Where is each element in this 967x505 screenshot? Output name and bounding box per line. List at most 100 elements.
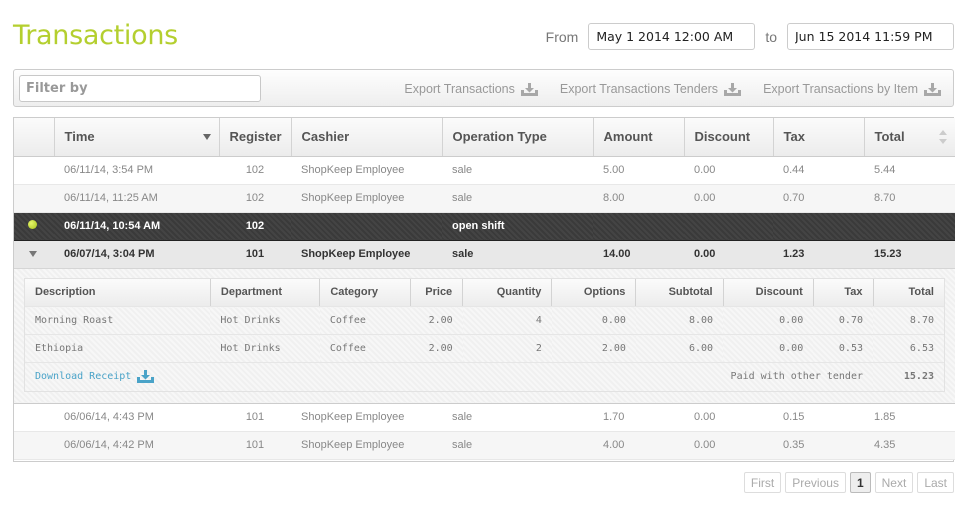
previous-page-button[interactable]: Previous xyxy=(785,472,846,493)
export-transactions-button[interactable]: Export Transactions xyxy=(404,82,538,96)
download-receipt-label: Download Receipt xyxy=(35,371,132,383)
table-row-open-shift[interactable]: 06/11/14, 10:54 AM 102 open shift xyxy=(14,212,955,241)
col-header-total[interactable]: Total xyxy=(864,118,955,157)
next-page-button[interactable]: Next xyxy=(874,472,914,493)
cell-register: 102 xyxy=(219,212,291,241)
last-page-button[interactable]: Last xyxy=(917,472,954,493)
detail-col-department: Department xyxy=(210,278,321,307)
cell-cashier: ShopKeep Employee xyxy=(291,156,442,185)
item-quantity: 2 xyxy=(462,334,552,363)
transaction-detail-cell: Description Department Category Price Qu… xyxy=(14,268,955,404)
item-discount: 0.00 xyxy=(723,306,814,335)
table-row[interactable]: 06/06/14, 4:43 PM 101 ShopKeep Employee … xyxy=(14,403,955,432)
col-header-tax[interactable]: Tax xyxy=(773,118,865,157)
cell-amount xyxy=(593,212,684,241)
detail-col-description: Description xyxy=(25,278,211,307)
item-quantity: 4 xyxy=(462,306,552,335)
sort-descending-icon xyxy=(202,134,211,140)
detail-footer-row: Download Receipt Paid with other tender … xyxy=(25,362,944,391)
item-price: 2.00 xyxy=(410,306,463,335)
cell-time: 06/11/14, 3:54 PM xyxy=(54,156,219,185)
col-header-time[interactable]: Time xyxy=(54,118,220,157)
cell-amount: 8.00 xyxy=(593,184,684,213)
detail-col-category: Category xyxy=(319,278,411,307)
table-row[interactable]: 06/11/14, 11:25 AM 102 ShopKeep Employee… xyxy=(14,184,955,213)
table-row-expanded[interactable]: 06/07/14, 3:04 PM 101 ShopKeep Employee … xyxy=(14,240,955,269)
cell-cashier: ShopKeep Employee xyxy=(291,240,442,269)
cell-cashier: ShopKeep Employee xyxy=(291,403,442,432)
item-description: Morning Roast xyxy=(25,306,211,335)
cell-cashier: ShopKeep Employee xyxy=(291,184,442,213)
col-header-time-label: Time xyxy=(64,129,95,145)
cell-tax xyxy=(773,212,864,241)
sort-both-icon xyxy=(939,130,947,144)
line-items-table: Description Department Category Price Qu… xyxy=(25,278,944,391)
row-status xyxy=(14,431,54,460)
export-by-item-button[interactable]: Export Transactions by Item xyxy=(763,82,941,96)
cell-tax: 1.23 xyxy=(773,240,864,269)
cell-discount: 0.00 xyxy=(684,156,773,185)
table-row[interactable]: 06/11/14, 3:54 PM 102 ShopKeep Employee … xyxy=(14,156,955,185)
item-total: 8.70 xyxy=(873,306,944,335)
detail-col-options: Options xyxy=(551,278,637,307)
cell-discount: 0.00 xyxy=(684,403,773,432)
col-header-operation-type[interactable]: Operation Type xyxy=(442,118,594,157)
detail-col-quantity: Quantity xyxy=(462,278,553,307)
download-tray-icon xyxy=(924,82,941,96)
detail-col-discount: Discount xyxy=(723,278,814,307)
col-header-amount[interactable]: Amount xyxy=(593,118,685,157)
export-tenders-button[interactable]: Export Transactions Tenders xyxy=(560,82,742,96)
item-total: 6.53 xyxy=(873,334,944,363)
from-date-input[interactable] xyxy=(588,23,756,50)
filter-input[interactable] xyxy=(19,75,261,102)
item-options: 2.00 xyxy=(551,334,636,363)
table-row[interactable]: 06/06/14, 4:42 PM 101 ShopKeep Employee … xyxy=(14,431,955,460)
col-header-total-label: Total xyxy=(874,129,905,145)
cell-amount: 4.00 xyxy=(593,431,684,460)
row-status[interactable] xyxy=(14,240,54,269)
cell-time: 06/11/14, 10:54 AM xyxy=(54,212,219,241)
cell-amount: 1.70 xyxy=(593,403,684,432)
active-shift-dot-icon xyxy=(28,220,37,229)
col-header-discount[interactable]: Discount xyxy=(684,118,774,157)
col-header-status xyxy=(14,118,55,157)
item-category: Coffee xyxy=(319,334,410,363)
row-status xyxy=(14,184,54,213)
page-title: Transactions xyxy=(13,20,178,51)
transactions-table: Time Register Cashier Operation Type Amo… xyxy=(13,117,955,462)
item-subtotal: 8.00 xyxy=(635,306,724,335)
col-header-cashier[interactable]: Cashier xyxy=(291,118,443,157)
cell-type: sale xyxy=(442,184,593,213)
cell-register: 102 xyxy=(219,184,291,213)
cell-tax: 0.35 xyxy=(773,431,864,460)
cell-discount: 0.00 xyxy=(684,240,773,269)
item-department: Hot Drinks xyxy=(210,334,320,363)
line-item-row: Morning Roast Hot Drinks Coffee 2.00 4 0… xyxy=(25,306,944,335)
row-status xyxy=(14,403,54,432)
cell-time: 06/06/14, 4:42 PM xyxy=(54,431,219,460)
first-page-button[interactable]: First xyxy=(743,472,782,493)
item-category: Coffee xyxy=(319,306,410,335)
transaction-detail-row: Description Department Category Price Qu… xyxy=(14,268,955,404)
current-page-button[interactable]: 1 xyxy=(849,472,871,493)
to-label: to xyxy=(765,28,777,45)
item-description: Ethiopia xyxy=(25,334,211,363)
col-header-register[interactable]: Register xyxy=(219,118,292,157)
expand-caret-icon[interactable] xyxy=(29,251,37,257)
item-price: 2.00 xyxy=(410,334,463,363)
to-date-input[interactable] xyxy=(787,23,954,50)
cell-discount xyxy=(684,212,773,241)
cell-discount: 0.00 xyxy=(684,431,773,460)
download-receipt-link[interactable]: Download Receipt xyxy=(35,370,155,384)
cell-type: sale xyxy=(442,431,593,460)
detail-col-tax: Tax xyxy=(813,278,874,307)
cell-cashier xyxy=(291,212,442,241)
cell-type: sale xyxy=(442,403,593,432)
download-receipt-cell: Download Receipt xyxy=(25,362,410,391)
cell-total: 5.44 xyxy=(864,156,955,185)
cell-time: 06/11/14, 11:25 AM xyxy=(54,184,219,213)
cell-register: 101 xyxy=(219,431,291,460)
cell-cashier: ShopKeep Employee xyxy=(291,431,442,460)
tender-total: 15.23 xyxy=(873,362,944,391)
line-items-header: Description Department Category Price Qu… xyxy=(25,278,944,307)
